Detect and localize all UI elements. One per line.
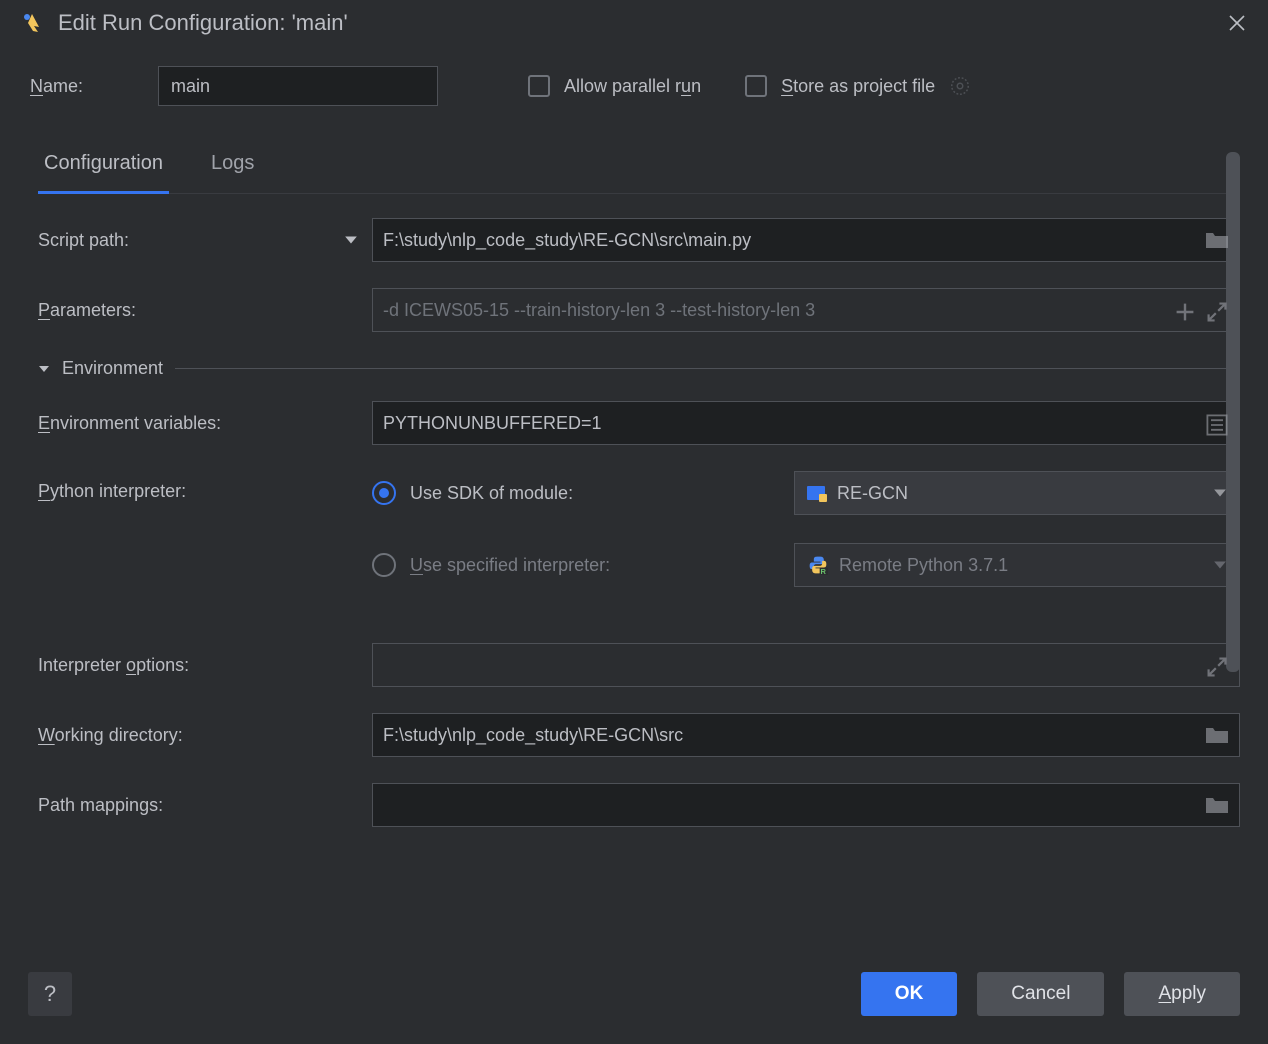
parameters-label: Parameters: <box>38 300 136 320</box>
folder-icon[interactable] <box>1205 230 1229 250</box>
env-vars-input[interactable]: PYTHONUNBUFFERED=1 <box>372 401 1240 445</box>
titlebar: Edit Run Configuration: 'main' <box>0 0 1268 54</box>
gear-icon[interactable] <box>949 75 971 97</box>
interpreter-options-input[interactable] <box>372 643 1240 687</box>
module-icon <box>807 484 827 502</box>
store-project-label: Store as project file <box>781 76 935 97</box>
cancel-button[interactable]: Cancel <box>977 972 1104 1016</box>
chevron-down-icon <box>38 363 50 375</box>
script-path-label: Script path: <box>38 230 129 251</box>
tab-logs[interactable]: Logs <box>205 142 260 194</box>
working-dir-input[interactable]: F:\study\nlp_code_study\RE-GCN\src <box>372 713 1240 757</box>
use-sdk-radio[interactable] <box>372 481 396 505</box>
path-mappings-input[interactable] <box>372 783 1240 827</box>
name-input[interactable] <box>158 66 438 106</box>
environment-section[interactable]: Environment <box>38 358 1240 379</box>
path-mappings-label: Path mappings: <box>38 795 163 815</box>
script-path-input[interactable]: F:\study\nlp_code_study\RE-GCN\src\main.… <box>372 218 1240 262</box>
plus-icon[interactable] <box>1173 300 1197 320</box>
chevron-down-icon <box>1213 558 1227 572</box>
module-select[interactable]: RE-GCN <box>794 471 1240 515</box>
parameters-input[interactable]: -d ICEWS05-15 --train-history-len 3 --te… <box>372 288 1240 332</box>
interpreter-options-label: Interpreter options: <box>38 655 189 675</box>
use-specified-radio[interactable] <box>372 553 396 577</box>
help-button[interactable]: ? <box>28 972 72 1016</box>
store-project-checkbox[interactable] <box>745 75 767 97</box>
chevron-down-icon <box>1213 486 1227 500</box>
python-remote-icon: R <box>807 555 829 575</box>
top-row: NName:ame: Allow parallel run Store as p… <box>0 54 1268 142</box>
working-dir-label: Working directory: <box>38 725 183 745</box>
bottom-bar: ? OK Cancel Apply <box>0 944 1268 1044</box>
apply-button[interactable]: Apply <box>1124 972 1240 1016</box>
expand-icon[interactable] <box>1205 300 1229 320</box>
env-vars-label: Environment variables: <box>38 413 221 433</box>
ok-button[interactable]: OK <box>861 972 958 1016</box>
use-specified-label: Use specified interpreter: <box>410 555 780 576</box>
close-icon[interactable] <box>1226 12 1248 34</box>
expand-icon[interactable] <box>1205 655 1229 675</box>
tab-configuration[interactable]: Configuration <box>38 142 169 194</box>
folder-icon[interactable] <box>1205 795 1229 815</box>
interpreter-select[interactable]: R Remote Python 3.7.1 <box>794 543 1240 587</box>
allow-parallel-label: Allow parallel run <box>564 76 701 97</box>
use-sdk-label: Use SDK of module: <box>410 483 780 504</box>
python-run-icon <box>20 11 44 35</box>
chevron-down-icon[interactable] <box>344 233 358 247</box>
svg-text:R: R <box>821 567 827 575</box>
name-label: NName:ame: <box>30 76 138 97</box>
interpreter-label: Python interpreter: <box>38 481 186 501</box>
list-icon[interactable] <box>1205 413 1229 433</box>
tabs: Configuration Logs <box>38 142 1240 194</box>
allow-parallel-checkbox[interactable] <box>528 75 550 97</box>
dialog-title: Edit Run Configuration: 'main' <box>58 10 348 36</box>
folder-icon[interactable] <box>1205 725 1229 745</box>
